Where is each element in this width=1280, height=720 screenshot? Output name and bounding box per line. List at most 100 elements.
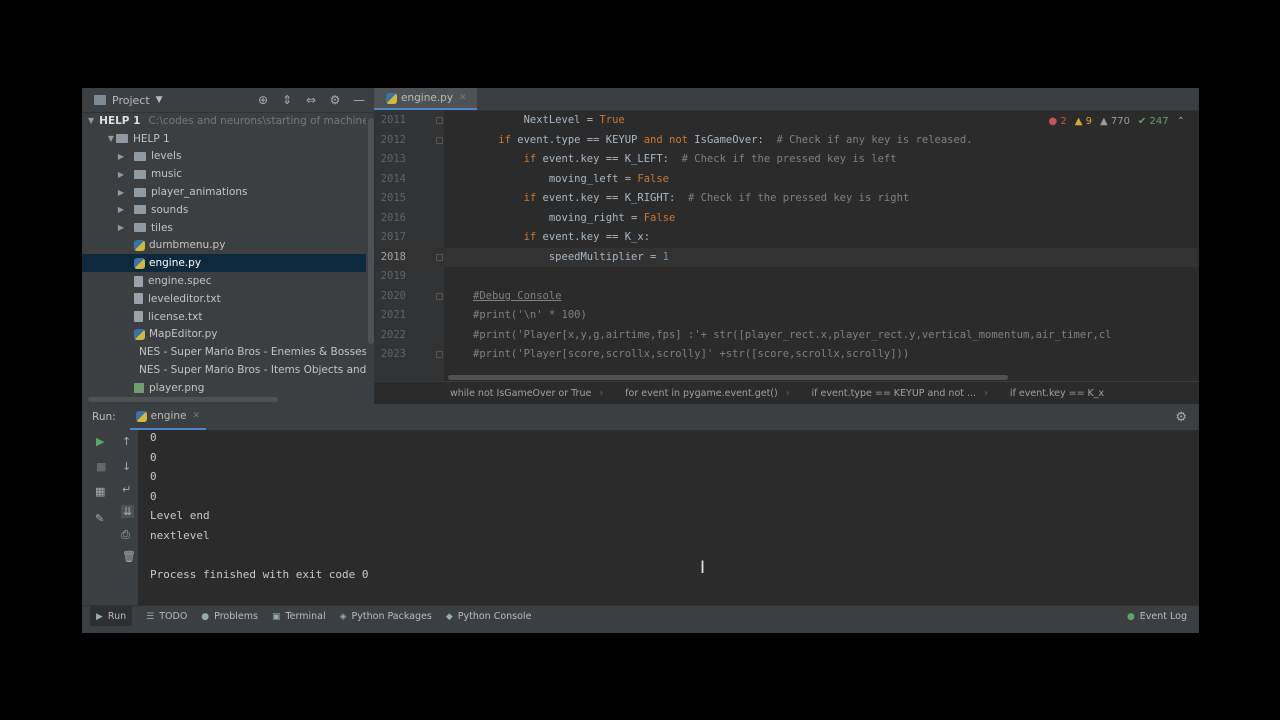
terminal-label: Terminal — [285, 611, 326, 622]
chevron-right-icon[interactable]: ▶ — [116, 170, 126, 179]
editor-hscrollbar[interactable] — [448, 375, 1008, 380]
expand-all-icon[interactable]: ⇕ — [280, 93, 294, 107]
minimize-icon[interactable]: — — [352, 93, 366, 107]
list-icon: ☰ — [146, 611, 155, 622]
code-area[interactable]: 2011 NextLevel = True 2012 if event.type … — [374, 110, 1199, 382]
tree-item[interactable]: player.png — [82, 379, 366, 397]
soft-wrap-icon[interactable]: ↵ — [122, 483, 131, 496]
tree-item[interactable]: dumbmenu.py — [82, 237, 366, 255]
tree-folder-help1[interactable]: ▼ HELP 1 — [82, 130, 366, 148]
tree-item[interactable]: ▶ player_animations — [82, 183, 366, 201]
folder-label: HELP 1 — [133, 132, 170, 145]
run-tab-engine[interactable]: engine ✕ — [129, 404, 207, 430]
code-line[interactable]: 2015 if event.key == K_RIGHT: # Check if… — [374, 189, 1199, 209]
code-line[interactable]: 2013 if event.key == K_LEFT: # Check if … — [374, 150, 1199, 170]
error-count[interactable]: ● 2 — [1048, 116, 1066, 127]
collapse-all-icon[interactable]: ⇔ — [304, 93, 318, 107]
warning-count[interactable]: ▲ 9 — [1075, 116, 1092, 127]
locate-icon[interactable]: ⊕ — [256, 93, 270, 107]
tree-item[interactable]: NES - Super Mario Bros - Enemies & Bosse… — [82, 343, 366, 361]
chevron-up-icon[interactable]: ⌃ — [1177, 116, 1185, 127]
inspection-widget[interactable]: ● 2 ▲ 9 ▲ 770 ✔ 247 ⌃ — [1048, 116, 1185, 127]
run-label: Run: — [92, 411, 116, 423]
python-console-button[interactable]: ◆ Python Console — [446, 611, 532, 622]
code-line[interactable]: 2023 #print('Player[score,scrollx,scrolly… — [374, 345, 1199, 365]
fold-marker-icon[interactable] — [436, 136, 443, 144]
package-icon: ◈ — [339, 611, 347, 622]
chevron-right-icon[interactable]: ▶ — [116, 205, 126, 214]
tree-item[interactable]: ▶ sounds — [82, 201, 366, 219]
breadcrumb-item[interactable]: for event in pygame.event.get() — [625, 388, 789, 399]
stop-icon[interactable]: ■ — [96, 460, 106, 473]
console-line: 0 — [150, 431, 157, 444]
ide-window: Project ▼ ⊕ ⇕ ⇔ ⚙ — ▼ HELP 1 C:\codes an… — [82, 88, 1199, 633]
breadcrumb-item[interactable]: while not IsGameOver or True — [450, 388, 603, 399]
tree-item[interactable]: ▶ tiles — [82, 219, 366, 237]
arrow-up-icon[interactable]: ↑ — [122, 435, 131, 448]
pin-icon[interactable]: ✎ — [95, 512, 104, 525]
fold-marker-icon[interactable] — [436, 292, 443, 300]
gear-icon[interactable]: ⚙ — [328, 93, 342, 107]
todo-toolwindow-button[interactable]: ☰ TODO — [146, 611, 187, 622]
gear-icon[interactable]: ⚙ — [1175, 410, 1187, 425]
code-line[interactable]: 2019 — [374, 267, 1199, 287]
rerun-icon[interactable]: ▶ — [96, 435, 104, 448]
chevron-down-icon[interactable]: ▼ — [156, 95, 163, 105]
close-icon[interactable]: ✕ — [192, 411, 200, 421]
chevron-right-icon[interactable]: ▶ — [116, 152, 126, 161]
tree-item[interactable]: NES - Super Mario Bros - Items Objects a… — [82, 361, 366, 379]
packages-toolwindow-button[interactable]: ◈ Python Packages — [340, 611, 432, 622]
fold-marker-icon[interactable] — [436, 351, 443, 358]
layout-icon[interactable]: ▦ — [95, 485, 105, 498]
console-line: 0 — [150, 489, 157, 503]
line-number: 2016 — [380, 211, 406, 224]
breadcrumb: while not IsGameOver or True for event i… — [374, 381, 1199, 404]
tree-item[interactable]: leveleditor.txt — [82, 290, 366, 308]
arrow-down-icon[interactable]: ↓ — [122, 460, 131, 473]
tree-item[interactable]: ▶ levels — [82, 148, 366, 166]
tree-item[interactable]: MapEditor.py — [82, 326, 366, 344]
code-text: if event.key == K_RIGHT: # Check if the … — [523, 192, 910, 204]
code-line[interactable]: 2018 speedMultiplier = 1 — [374, 247, 1199, 267]
code-line[interactable]: 2020 #Debug Console — [374, 287, 1199, 307]
chevron-right-icon[interactable]: ▶ — [116, 223, 126, 232]
close-icon[interactable]: ✕ — [459, 93, 467, 103]
event-log-button[interactable]: ● Event Log — [1127, 611, 1187, 622]
console-output[interactable]: I 0 0 0 0 Level end nextlevel Process finished… — [138, 430, 1199, 605]
play-icon: ▶ — [96, 611, 103, 622]
run-toolwindow-label: Run — [107, 611, 127, 622]
project-hscrollbar[interactable] — [88, 397, 278, 402]
problems-toolwindow-button[interactable]: ● Problems — [201, 611, 258, 622]
project-pane-title[interactable]: Project — [112, 94, 150, 107]
tree-item[interactable]: ▶ music — [82, 165, 366, 183]
root-label: HELP 1 — [99, 114, 141, 127]
code-line[interactable]: 2016 moving_right = False — [374, 209, 1199, 229]
tree-item[interactable]: engine.py — [82, 254, 366, 273]
scroll-to-end-icon[interactable]: ⇊ — [121, 505, 135, 518]
fold-marker-icon[interactable] — [436, 253, 443, 261]
tree-item[interactable]: license.txt — [82, 308, 366, 326]
breadcrumb-item[interactable]: if event.type == KEYUP and not ... — [812, 388, 988, 399]
code-line[interactable]: 2014 moving_left = False — [374, 170, 1199, 190]
chevron-down-icon[interactable]: ▼ — [106, 134, 116, 143]
tree-item-label: engine.spec — [148, 275, 212, 288]
tree-item[interactable]: engine.spec — [82, 272, 366, 290]
trash-icon[interactable]: 🗑 — [122, 550, 136, 563]
code-line[interactable]: 2022 #print('Player[x,y,g,airtime,fps] :'… — [374, 326, 1199, 346]
run-toolwindow-button[interactable]: ▶ Run — [90, 606, 133, 627]
tree-root[interactable]: ▼ HELP 1 C:\codes and neurons\starting o… — [82, 112, 366, 130]
code-line[interactable]: 2017 if event.key == K_x: — [374, 228, 1199, 248]
code-line[interactable]: 2012 if event.type == KEYUP and not IsGa… — [374, 131, 1199, 151]
code-line[interactable]: 2021 #print('\n' * 100) — [374, 306, 1199, 326]
status-bar — [82, 626, 1199, 633]
chevron-down-icon[interactable]: ▼ — [88, 116, 94, 125]
breadcrumb-item[interactable]: if event.key == K_x — [1010, 388, 1104, 399]
terminal-toolwindow-button[interactable]: ▣ Terminal — [272, 611, 326, 622]
fold-marker-icon[interactable] — [436, 117, 443, 124]
tab-engine-py[interactable]: engine.py ✕ — [374, 88, 477, 110]
weak-warning-count[interactable]: ▲ 770 — [1100, 116, 1130, 127]
typo-count[interactable]: ✔ 247 — [1138, 116, 1169, 127]
root-path: C:\codes and neurons\starting of machine — [148, 114, 366, 127]
chevron-right-icon[interactable]: ▶ — [116, 188, 126, 197]
print-icon[interactable]: ⎙ — [121, 528, 130, 542]
